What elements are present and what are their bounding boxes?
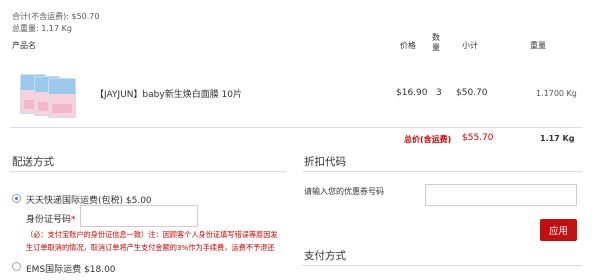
shipping-divider xyxy=(10,171,286,172)
table-divider xyxy=(10,127,582,128)
total-weight: 1.17 Kg xyxy=(540,134,575,143)
header-price: 价格 xyxy=(400,41,416,50)
shipping-option-radio-2[interactable] xyxy=(12,262,21,271)
weight-summary: 总重量: 1.17 Kg xyxy=(12,24,72,33)
product-price: $16.90 xyxy=(396,88,428,98)
header-weight: 重量 xyxy=(530,41,546,50)
id-number-input[interactable] xyxy=(80,205,198,227)
product-quantity: 3 xyxy=(436,88,442,98)
apply-coupon-button[interactable]: 应用 xyxy=(540,219,577,241)
coupon-input[interactable] xyxy=(425,184,577,206)
total-label: 总价(含运费) xyxy=(404,135,452,144)
discount-title: 折扣代码 xyxy=(304,156,346,168)
product-subtotal: $50.70 xyxy=(456,88,488,98)
shipping-title: 配送方式 xyxy=(12,156,54,168)
payment-title: 支付方式 xyxy=(304,250,346,262)
discount-divider xyxy=(302,171,582,172)
header-product: 产品名 xyxy=(12,41,36,50)
header-quantity: 数量 xyxy=(432,33,440,52)
shipping-note-line-1: （必：支付宝账户的身份证信息一致）注：因顾客个人身份证填写错误等原因发 xyxy=(26,230,278,239)
subtotal-summary: 合计(不含运费): $50.70 xyxy=(12,12,100,21)
shipping-option-radio-1[interactable] xyxy=(12,194,21,203)
coupon-label: 请输入您的优惠券号码 xyxy=(304,187,384,196)
header-subtotal: 小计 xyxy=(462,41,478,50)
shipping-option-label-2[interactable]: EMS国际运费 $18.00 xyxy=(26,262,116,275)
total-value: $55.70 xyxy=(462,133,494,143)
payment-divider xyxy=(302,265,582,266)
product-name-link[interactable]: 【JAYJUN】baby新生焕白面膜 10片 xyxy=(95,87,242,100)
product-image[interactable] xyxy=(18,72,78,118)
shipping-note-line-2: 生订单取消的情况，取消订单将产生支付金额的3%作为手续费，运费不予退还 xyxy=(26,243,275,252)
id-number-label: 身份证号码* xyxy=(26,215,76,225)
product-weight: 1.1700 Kg xyxy=(536,89,577,98)
